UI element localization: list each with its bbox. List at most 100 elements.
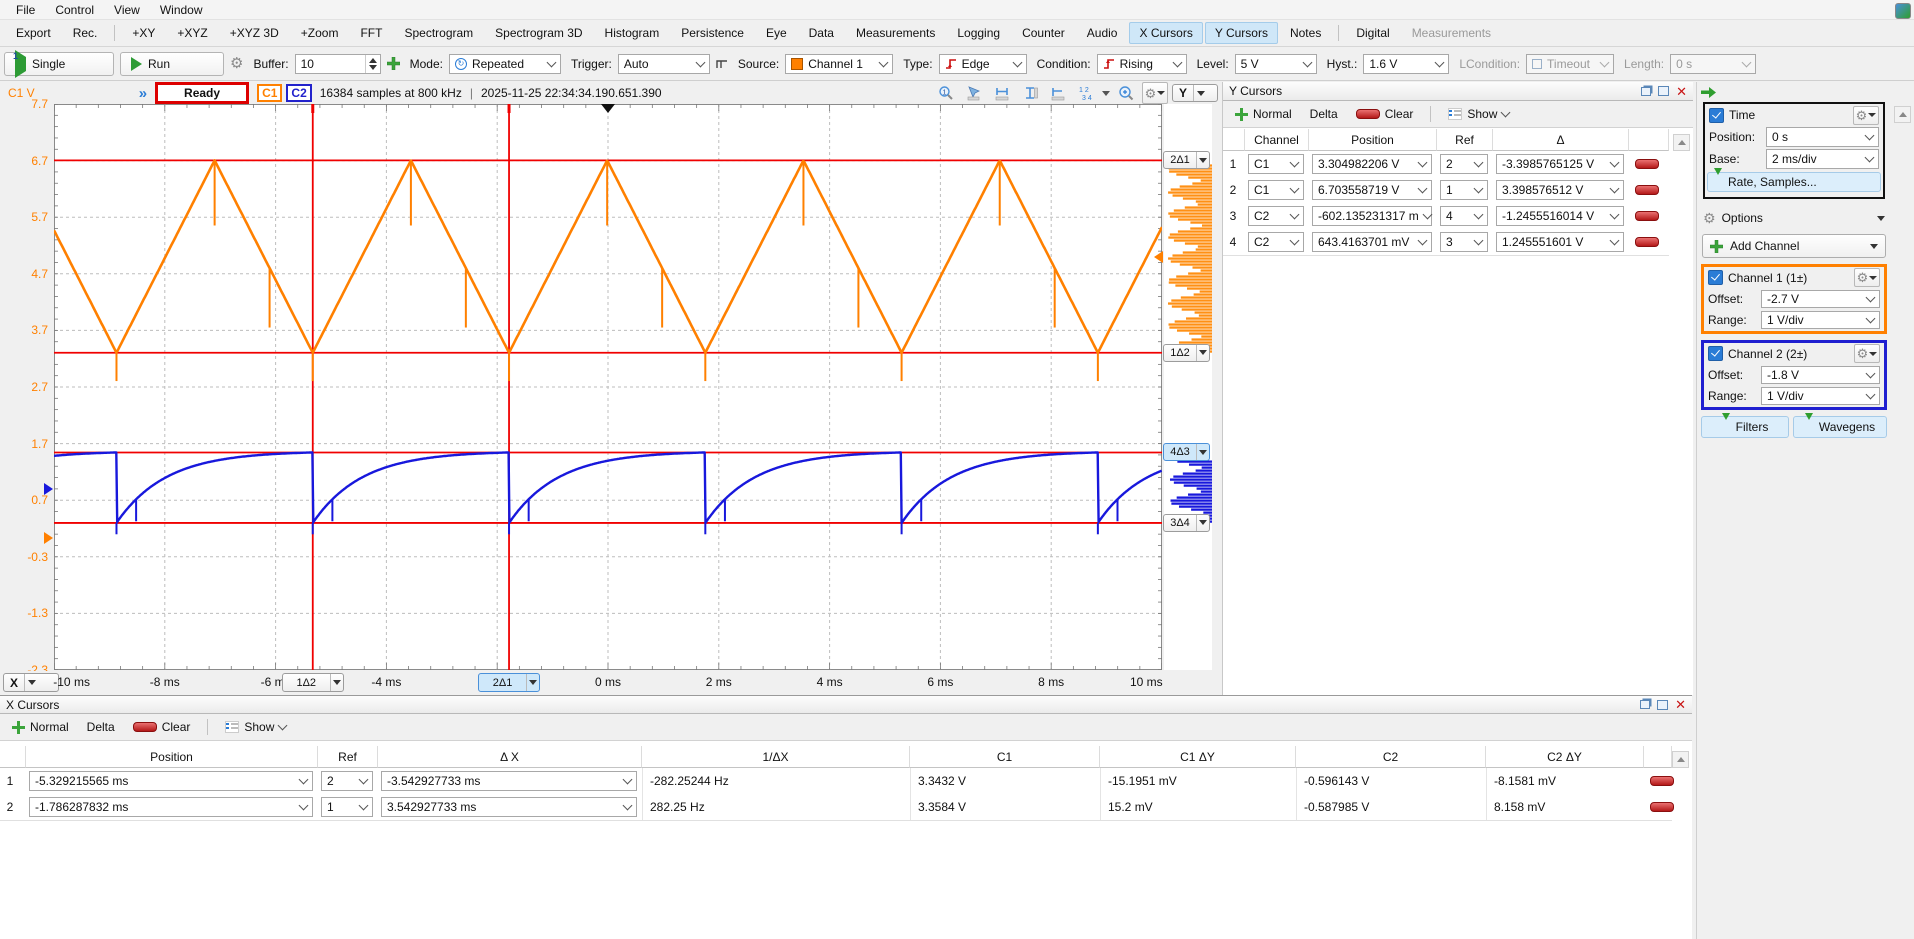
zoom-1-icon[interactable]: 1	[934, 83, 958, 103]
corner-ruler-icon[interactable]	[1046, 83, 1070, 103]
tab-persistence[interactable]: Persistence	[671, 22, 754, 44]
y-cursors-add-normal-button[interactable]: Normal	[1229, 105, 1298, 123]
options-row[interactable]: ⚙ Options	[1703, 208, 1885, 228]
y-cursor-delta-dropdown[interactable]: -3.3985765125 V	[1496, 154, 1624, 174]
y-cursor-ref-dropdown[interactable]: 2	[1440, 154, 1488, 174]
y-cursor-channel-dropdown[interactable]: C2	[1248, 206, 1304, 226]
y-axis-button[interactable]: Y	[1172, 84, 1218, 102]
y-cursor-remove-cursor-button[interactable]	[1635, 159, 1659, 169]
tab-x-cursors[interactable]: X Cursors	[1129, 22, 1202, 44]
tab-export[interactable]: Export	[6, 22, 61, 44]
channel1-offset-dropdown[interactable]: -2.7 V	[1761, 290, 1880, 308]
y-cursor-handle-3-4[interactable]: 3Δ4	[1163, 514, 1210, 532]
y-cursor-handle-2-1[interactable]: 2Δ1	[1163, 151, 1210, 169]
x-cursors-show-button[interactable]: Show	[219, 718, 292, 736]
right-panel-scroll-up[interactable]	[1894, 106, 1911, 123]
tab-counter[interactable]: Counter	[1012, 22, 1075, 44]
y-cursor-position-dropdown[interactable]: 3.304982206 V	[1312, 154, 1432, 174]
channel2-ground-marker[interactable]	[44, 483, 53, 495]
x-cursor-handle-2-1[interactable]: 2Δ1	[478, 673, 540, 692]
tab-data[interactable]: Data	[799, 22, 844, 44]
x-cursor-position-dropdown[interactable]: -1.786287832 ms	[29, 797, 313, 817]
close-icon[interactable]: ✕	[1675, 698, 1686, 711]
app-tray-icon[interactable]	[1895, 3, 1911, 19]
restore-icon[interactable]	[1641, 87, 1651, 96]
y-table-scroll-up[interactable]	[1673, 134, 1690, 151]
y-cursor-delta-dropdown[interactable]: 3.398576512 V	[1496, 180, 1624, 200]
x-cursors-delta-button[interactable]: Delta	[81, 718, 121, 736]
channel2-checkbox[interactable]	[1708, 346, 1723, 361]
expand-arrow-icon[interactable]: »	[139, 85, 147, 102]
x-cursor-ref-dropdown[interactable]: 2	[321, 771, 373, 791]
plot-settings-gear-icon[interactable]: ⚙	[1142, 82, 1168, 104]
x-table-scroll-up[interactable]	[1672, 751, 1689, 768]
y-cursors-title-bar[interactable]: Y Cursors ✕	[1223, 82, 1693, 101]
tab-histogram[interactable]: Histogram	[595, 22, 670, 44]
x-cursor-dx-dropdown[interactable]: -3.542927733 ms	[381, 771, 637, 791]
collapse-panel-arrow-icon[interactable]	[1701, 86, 1717, 99]
x-cursor-remove-cursor-button[interactable]	[1650, 802, 1674, 812]
hysteresis-dropdown[interactable]: 1.6 V	[1363, 54, 1449, 74]
y-cursors-clear-button[interactable]: Clear	[1350, 105, 1420, 123]
zoom-plus-icon[interactable]	[1114, 83, 1138, 103]
menu-file[interactable]: File	[6, 1, 45, 19]
y-cursor-remove-cursor-button[interactable]	[1635, 211, 1659, 221]
y-cursor-ref-dropdown[interactable]: 1	[1440, 180, 1488, 200]
length-dropdown[interactable]: 0 s	[1670, 54, 1756, 74]
cursor-numbers-icon[interactable]: 1 23 4	[1074, 83, 1098, 103]
waveform-plot[interactable]	[54, 104, 1162, 670]
tab-audio[interactable]: Audio	[1077, 22, 1128, 44]
time-checkbox[interactable]	[1709, 108, 1724, 123]
vertical-ruler-icon[interactable]	[1018, 83, 1042, 103]
channel1-checkbox[interactable]	[1708, 270, 1723, 285]
run-button[interactable]: Run	[120, 52, 224, 76]
tab-measurements[interactable]: Measurements	[1402, 22, 1501, 44]
buffer-spinner-arrows[interactable]	[365, 55, 380, 73]
lcondition-dropdown[interactable]: Timeout	[1526, 54, 1614, 74]
x-cursor-remove-cursor-button[interactable]	[1650, 776, 1674, 786]
channel2-offset-dropdown[interactable]: -1.8 V	[1761, 366, 1880, 384]
tab-measurements[interactable]: Measurements	[846, 22, 945, 44]
cursor-options-arrow-icon[interactable]	[1102, 91, 1110, 96]
restore-icon[interactable]	[1640, 700, 1650, 709]
x-axis-button[interactable]: X	[3, 673, 59, 692]
buffer-gear-icon[interactable]: ⚙	[230, 56, 243, 71]
tab-rec[interactable]: Rec.	[63, 22, 108, 44]
level-dropdown[interactable]: 5 V	[1235, 54, 1317, 74]
maximize-icon[interactable]	[1658, 86, 1669, 96]
x-cursor-ref-dropdown[interactable]: 1	[321, 797, 373, 817]
tab-spectrogram-3d[interactable]: Spectrogram 3D	[485, 22, 592, 44]
menu-view[interactable]: View	[104, 1, 150, 19]
source-dropdown[interactable]: Channel 1	[785, 54, 893, 74]
menu-control[interactable]: Control	[45, 1, 104, 19]
buffer-spinner[interactable]: 10	[295, 54, 381, 74]
tab-y-cursors[interactable]: Y Cursors	[1205, 22, 1278, 44]
maximize-icon[interactable]	[1657, 700, 1668, 710]
x-cursor-dx-dropdown[interactable]: 3.542927733 ms	[381, 797, 637, 817]
y-cursor-handle-1-2[interactable]: 1Δ2	[1163, 344, 1210, 362]
tab-logging[interactable]: Logging	[947, 22, 1010, 44]
channel2-range-dropdown[interactable]: 1 V/div	[1761, 387, 1880, 405]
x-cursor-handle-1-2[interactable]: 1Δ2	[282, 673, 344, 692]
horizontal-ruler-icon[interactable]	[990, 83, 1014, 103]
wavegens-button[interactable]: Wavegens	[1793, 416, 1887, 438]
tab-xyz-3d[interactable]: +XYZ 3D	[220, 22, 289, 44]
tab-eye[interactable]: Eye	[756, 22, 797, 44]
y-cursors-show-button[interactable]: Show	[1442, 105, 1515, 123]
tab-xyz[interactable]: +XYZ	[167, 22, 217, 44]
tab-spectrogram[interactable]: Spectrogram	[394, 22, 483, 44]
y-cursor-channel-dropdown[interactable]: C1	[1248, 154, 1304, 174]
tab-notes[interactable]: Notes	[1280, 22, 1331, 44]
y-cursors-delta-button[interactable]: Delta	[1304, 105, 1344, 123]
y-cursor-remove-cursor-button[interactable]	[1635, 237, 1659, 247]
condition-dropdown[interactable]: Rising	[1097, 54, 1187, 74]
close-icon[interactable]: ✕	[1676, 85, 1687, 98]
y-cursor-position-dropdown[interactable]: 6.703558719 V	[1312, 180, 1432, 200]
time-base-dropdown[interactable]: 2 ms/div	[1766, 149, 1879, 169]
c2-badge[interactable]: C2	[286, 84, 311, 102]
channel1-range-dropdown[interactable]: 1 V/div	[1761, 311, 1880, 329]
x-cursors-add-normal-button[interactable]: Normal	[6, 718, 75, 736]
type-dropdown[interactable]: Edge	[939, 54, 1027, 74]
tab-fft[interactable]: FFT	[350, 22, 392, 44]
c1-badge[interactable]: C1	[257, 84, 282, 102]
